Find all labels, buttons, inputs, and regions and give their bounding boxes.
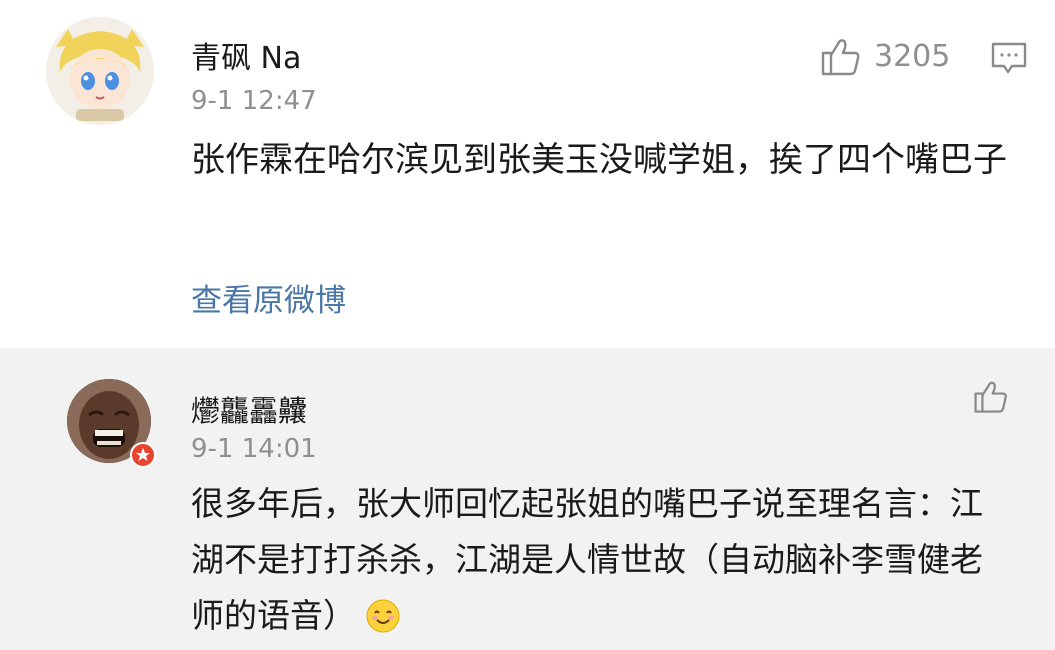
thumbs-up-icon[interactable] [973,379,1009,415]
comment-icon[interactable] [990,40,1028,76]
comment-text: 张作霖在哈尔滨见到张美玉没喊学姐，挨了四个嘴巴子 [191,140,1007,180]
user-name[interactable]: 青砜 Na [191,33,301,77]
thumbs-up-icon[interactable] [820,36,862,78]
user-avatar[interactable] [46,17,154,125]
timestamp: 9-1 14:01 [191,434,317,464]
like-count: 3205 [874,39,951,74]
comment-text: 很多年后，张大师回忆起张姐的嘴巴子说至理名言：江湖不是打打杀杀，江湖是人情世故（… [191,476,991,650]
reply-comment: 爩龘靐齉 9-1 14:01 很多年后，张大师回忆起张姐的嘴巴子说至理名言：江湖… [0,348,1055,636]
user-name[interactable]: 爩龘靐齉 [191,388,307,430]
comment-text-body: 很多年后，张大师回忆起张姐的嘴巴子说至理名言：江湖不是打打杀杀，江湖是人情世故（… [191,484,983,635]
view-original-link[interactable]: 查看原微博 [191,275,346,320]
smiling-face-emoji [366,594,400,650]
timestamp: 9-1 12:47 [191,86,317,116]
original-comment: 青砜 Na 9-1 12:47 3205 张作霖在哈尔滨见到张美玉没喊学姐，挨了… [0,0,1055,348]
star-badge-icon [130,442,156,468]
